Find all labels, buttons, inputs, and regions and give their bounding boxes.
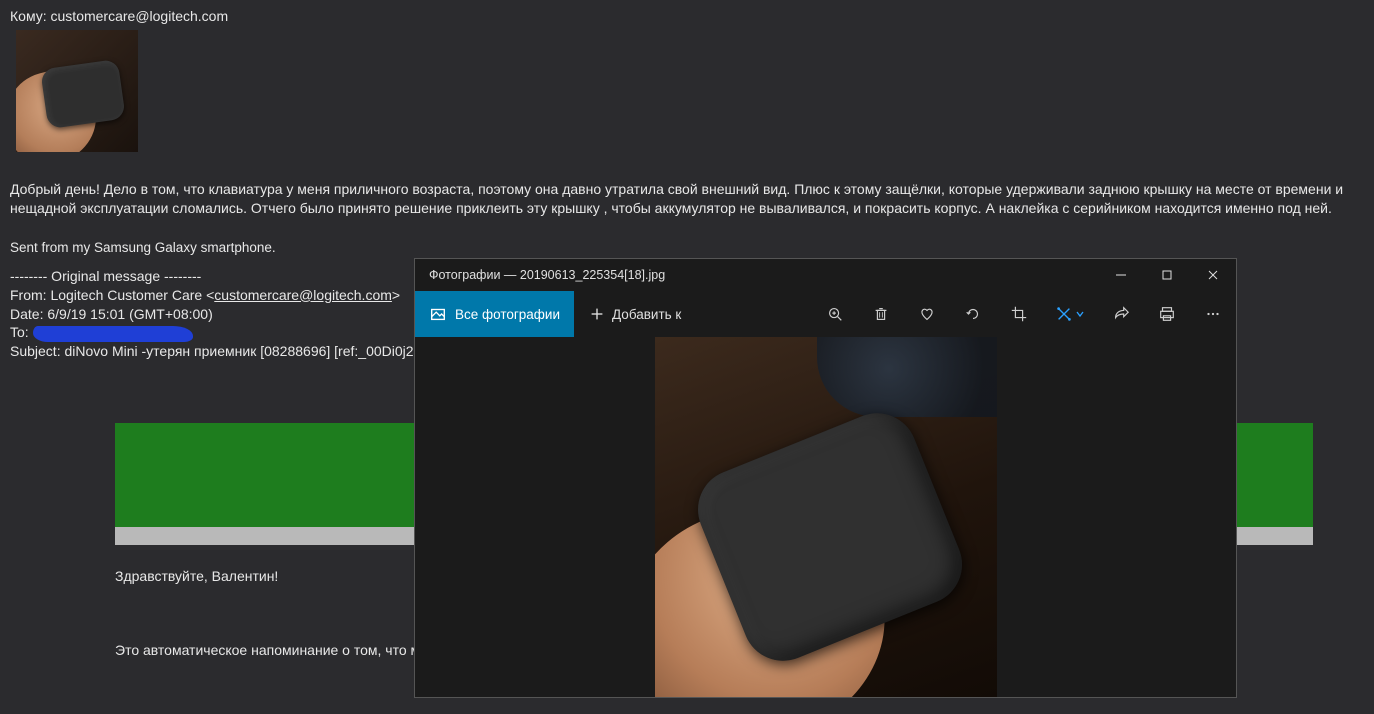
share-icon	[1112, 305, 1130, 323]
close-button[interactable]	[1190, 259, 1236, 291]
photo-viewport[interactable]	[415, 337, 1236, 697]
from-name: Logitech Customer Care	[50, 287, 202, 303]
maximize-button[interactable]	[1144, 259, 1190, 291]
attachment-thumbnail[interactable]	[16, 30, 138, 152]
crop-icon	[1010, 305, 1028, 323]
rotate-button[interactable]	[950, 291, 996, 337]
print-button[interactable]	[1144, 291, 1190, 337]
delete-button[interactable]	[858, 291, 904, 337]
all-photos-label: Все фотографии	[455, 307, 560, 322]
window-title: Фотографии — 20190613_225354[18].jpg	[415, 268, 1098, 282]
photos-toolbar: Все фотографии Добавить к	[415, 291, 1236, 337]
add-to-label: Добавить к	[612, 307, 681, 322]
thumb-device	[40, 59, 126, 129]
more-button[interactable]	[1190, 291, 1236, 337]
zoom-icon	[826, 305, 844, 323]
subject-label: Subject:	[10, 343, 61, 359]
maximize-icon	[1159, 267, 1175, 283]
subject-value: diNovo Mini -утерян приемник [08288696] …	[64, 343, 424, 359]
print-icon	[1158, 305, 1176, 323]
to2-label: To:	[10, 324, 29, 340]
to-address: customercare@logitech.com	[51, 8, 229, 24]
close-icon	[1205, 267, 1221, 283]
rotate-icon	[964, 305, 982, 323]
photo-fabric	[817, 337, 997, 417]
to-line: Кому: customercare@logitech.com	[10, 8, 1364, 24]
trash-icon	[872, 305, 890, 323]
share-button[interactable]	[1098, 291, 1144, 337]
from-label: From:	[10, 287, 47, 303]
plus-icon	[588, 305, 606, 323]
edit-icon	[1055, 305, 1073, 323]
edit-button[interactable]	[1042, 291, 1098, 337]
date-value: 6/9/19 15:01 (GMT+08:00)	[47, 306, 212, 322]
all-photos-button[interactable]: Все фотографии	[415, 291, 574, 337]
collection-icon	[429, 305, 447, 323]
zoom-button[interactable]	[812, 291, 858, 337]
favorite-button[interactable]	[904, 291, 950, 337]
more-icon	[1204, 305, 1222, 323]
minimize-icon	[1113, 267, 1129, 283]
photos-window: Фотографии — 20190613_225354[18].jpg Все…	[414, 258, 1237, 698]
to-label: Кому:	[10, 8, 47, 24]
redacted-recipient	[33, 326, 193, 342]
chevron-down-icon	[1075, 309, 1085, 319]
from-email[interactable]: customercare@logitech.com	[214, 287, 392, 303]
titlebar[interactable]: Фотографии — 20190613_225354[18].jpg	[415, 259, 1236, 291]
add-to-button[interactable]: Добавить к	[574, 291, 695, 337]
sent-from-signature: Sent from my Samsung Galaxy smartphone.	[10, 240, 1364, 255]
photo-image	[655, 337, 997, 697]
heart-icon	[918, 305, 936, 323]
date-label: Date:	[10, 306, 43, 322]
minimize-button[interactable]	[1098, 259, 1144, 291]
email-body-text: Добрый день! Дело в том, что клавиатура …	[10, 180, 1364, 218]
crop-button[interactable]	[996, 291, 1042, 337]
